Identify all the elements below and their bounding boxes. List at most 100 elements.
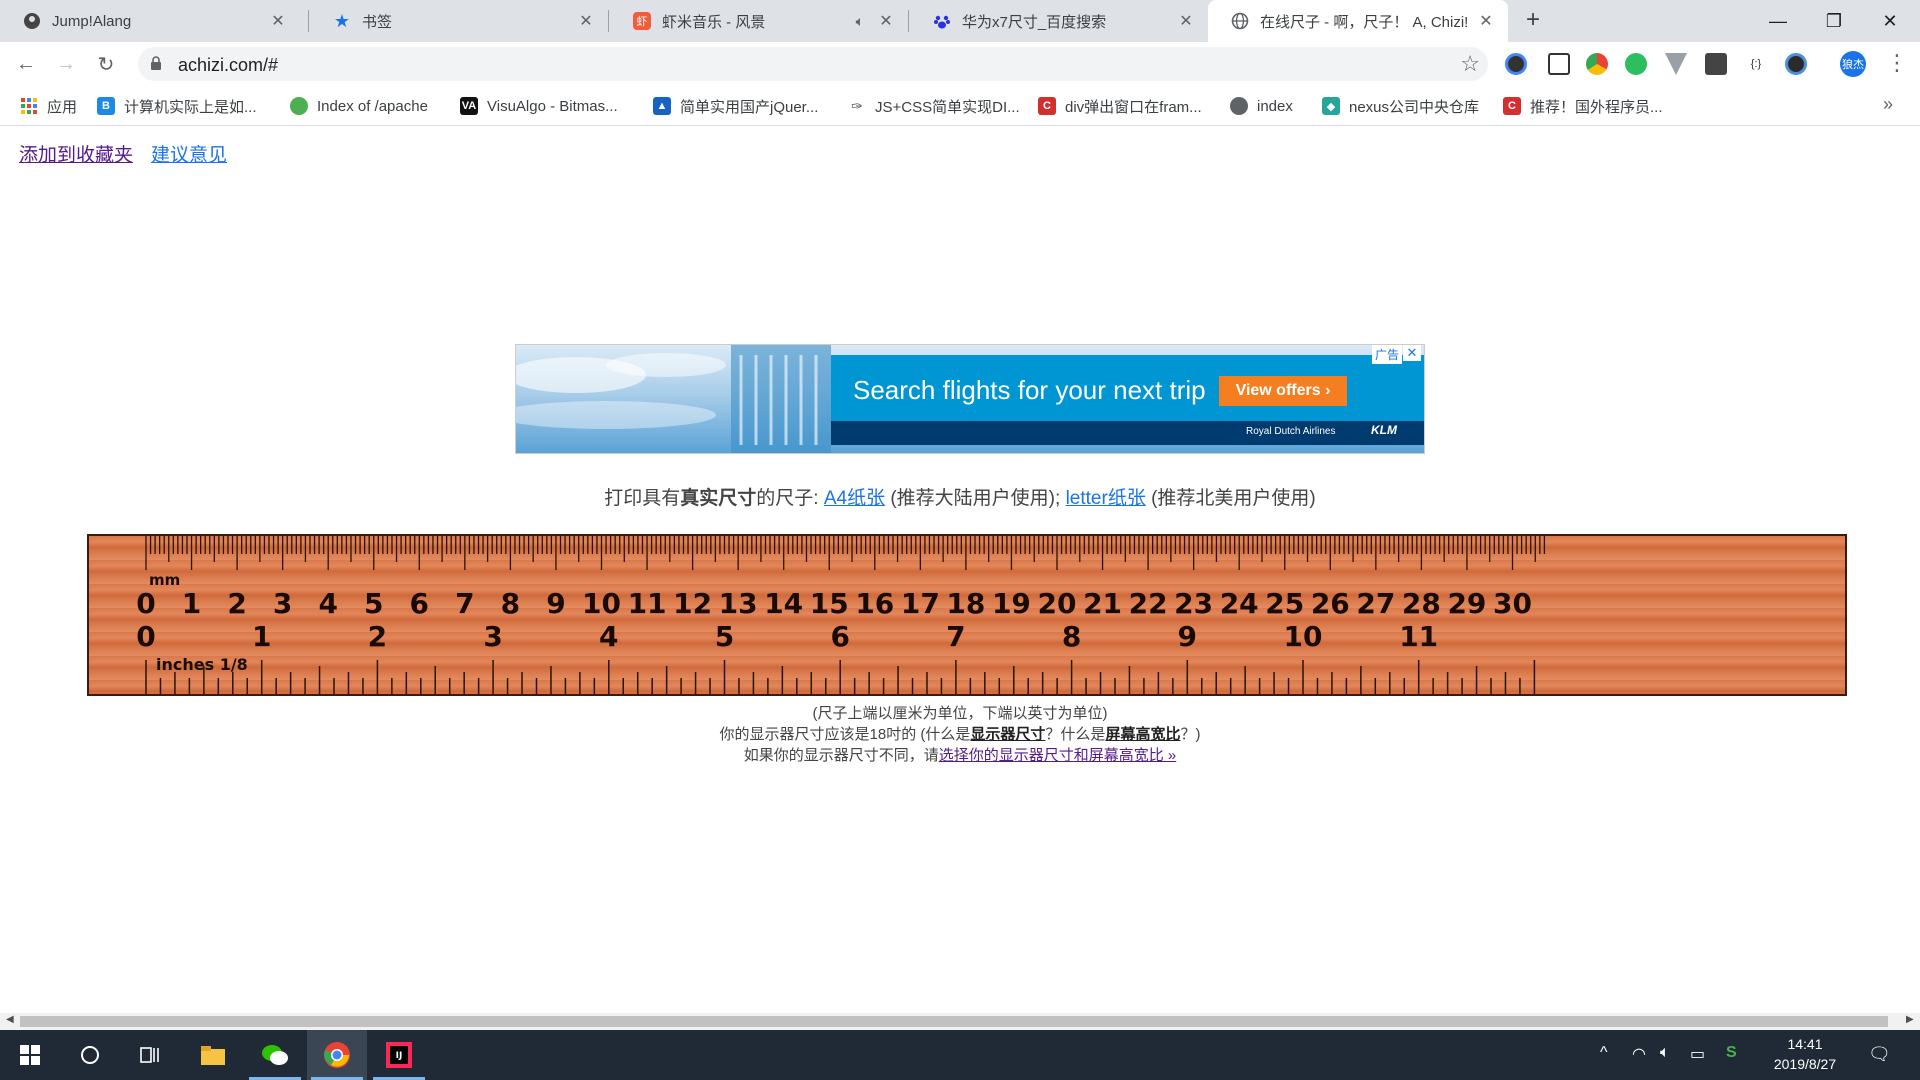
horizontal-scrollbar[interactable]: ◀ ▶ xyxy=(0,1013,1920,1030)
extension-icon-5[interactable] xyxy=(1705,53,1727,75)
ruler-note: (尺子上端以厘米为单位，下端以英寸为单位) 你的显示器尺寸应该是18吋的 (什么… xyxy=(0,703,1920,766)
bookmark-item[interactable]: ◆ nexus公司中央仓库 xyxy=(1322,95,1479,117)
reload-button[interactable]: ↻ xyxy=(92,50,120,78)
scroll-right-icon[interactable]: ▶ xyxy=(1906,1014,1914,1025)
tab-strip: Jump!Alang ✕ ★ 书签 ✕ 虾 虾米音乐 - 风景 🔈︎ ✕ 华为x… xyxy=(0,0,1920,42)
search-icon[interactable] xyxy=(60,1030,120,1080)
new-tab-button[interactable]: + xyxy=(1520,8,1546,34)
cm-number: 8 xyxy=(501,587,520,620)
task-view-icon[interactable] xyxy=(120,1030,180,1080)
print-text: 打印具有 xyxy=(604,488,681,509)
url-text[interactable]: achizi.com/# xyxy=(178,55,278,76)
lock-icon xyxy=(151,56,161,70)
close-icon[interactable]: ✕ xyxy=(1476,11,1496,31)
cm-number: 14 xyxy=(764,587,803,620)
wechat-icon[interactable] xyxy=(245,1030,305,1080)
ad-cta-button[interactable]: View offers › xyxy=(1219,376,1347,406)
bookmark-item[interactable]: C div弹出窗口在fram... xyxy=(1038,95,1202,117)
json-icon[interactable]: {:} xyxy=(1745,53,1767,75)
bookmark-apps[interactable]: 应用 xyxy=(20,95,77,117)
svg-text:IJ: IJ xyxy=(396,1051,403,1061)
scrollbar-thumb[interactable] xyxy=(20,1016,1888,1027)
bookmark-item[interactable]: B 计算机实际上是如... xyxy=(97,95,257,117)
cm-number: 20 xyxy=(1038,587,1077,620)
extension-icon-2[interactable] xyxy=(1548,53,1570,75)
tab-baidu[interactable]: 华为x7尺寸_百度搜索 ✕ xyxy=(910,0,1208,42)
print-bold: 真实尺寸 xyxy=(680,488,757,509)
forward-button[interactable]: → xyxy=(52,50,80,78)
bookmark-item[interactable]: C 推荐！国外程序员... xyxy=(1503,95,1663,117)
windows-start-icon[interactable] xyxy=(0,1030,60,1080)
bookmark-item[interactable]: ✑ JS+CSS简单实现DI... xyxy=(848,95,1020,117)
intellij-icon[interactable]: IJ xyxy=(369,1030,429,1080)
volume-icon[interactable]: 🔈︎ xyxy=(1660,1044,1670,1062)
inch-number: 2 xyxy=(368,620,387,653)
address-bar[interactable]: achizi.com/# ☆ xyxy=(138,47,1488,81)
file-explorer-icon[interactable] xyxy=(183,1030,243,1080)
cm-number: 26 xyxy=(1311,587,1350,620)
ad-banner[interactable]: Search flights for your next trip View o… xyxy=(515,344,1425,454)
close-icon[interactable]: ✕ xyxy=(1176,11,1196,31)
profile-avatar[interactable]: 狼杰 xyxy=(1840,51,1866,77)
close-icon[interactable]: ✕ xyxy=(576,11,596,31)
speaker-icon[interactable]: 🔈︎ xyxy=(856,13,864,30)
close-window-button[interactable]: ✕ xyxy=(1862,0,1918,42)
cm-number: 30 xyxy=(1493,587,1532,620)
ad-cta-label: View offers xyxy=(1235,382,1321,399)
scroll-left-icon[interactable]: ◀ xyxy=(6,1014,14,1025)
back-button[interactable]: ← xyxy=(12,50,40,78)
monitor-size-link[interactable]: 显示器尺寸 xyxy=(970,726,1045,743)
print-text: 的尺子: xyxy=(756,488,824,509)
a4-paper-link[interactable]: A4纸张 xyxy=(824,488,885,509)
tab-bookmarks[interactable]: ★ 书签 ✕ xyxy=(310,0,608,42)
tab-title: 华为x7尺寸_百度搜索 xyxy=(962,13,1107,31)
letter-paper-link[interactable]: letter纸张 xyxy=(1066,488,1146,509)
inch-number: 7 xyxy=(946,620,965,653)
clock[interactable]: 14:41 2019/8/27 xyxy=(1765,1034,1845,1074)
restore-button[interactable]: ❐ xyxy=(1806,0,1862,42)
globe-icon xyxy=(290,97,308,115)
aspect-ratio-link[interactable]: 屏幕高宽比 xyxy=(1105,726,1180,743)
cm-number: 0 xyxy=(136,587,155,620)
wifi-icon[interactable]: ◠ xyxy=(1632,1044,1646,1064)
ad-footer-bar xyxy=(831,421,1424,445)
ad-label[interactable]: 广告 xyxy=(1371,345,1402,364)
add-favorite-link[interactable]: 添加到收藏夹 xyxy=(19,140,133,167)
tab-jumpalang[interactable]: Jump!Alang ✕ xyxy=(0,0,300,42)
battery-icon[interactable]: ▭ xyxy=(1690,1044,1705,1064)
extension-icon-3[interactable] xyxy=(1586,53,1608,75)
extension-icon-1[interactable] xyxy=(1505,53,1527,75)
note-text: ？什么是 xyxy=(1045,726,1106,743)
sogou-icon[interactable]: S xyxy=(1726,1044,1737,1062)
evernote-icon[interactable] xyxy=(1625,53,1647,75)
notification-icon[interactable]: 🗨︎ xyxy=(1868,1044,1891,1065)
choose-monitor-link[interactable]: 选择你的显示器尺寸和屏幕高宽比 » xyxy=(939,747,1177,764)
note-text: ？) xyxy=(1180,726,1201,743)
inch-number: 10 xyxy=(1284,620,1323,653)
feedback-link[interactable]: 建议意见 xyxy=(151,140,227,167)
chevron-right-icon[interactable]: » xyxy=(1883,94,1893,115)
extension-icon-6[interactable] xyxy=(1785,53,1807,75)
ad-close-icon[interactable]: ✕ xyxy=(1403,345,1421,361)
bookmark-item[interactable]: ▲ 简单实用国产jQuer... xyxy=(653,95,818,117)
inch-number: 4 xyxy=(599,620,618,653)
cm-number: 11 xyxy=(628,587,667,620)
chrome-taskbar-icon[interactable] xyxy=(307,1030,367,1080)
menu-icon[interactable]: ⋮ xyxy=(1886,50,1908,76)
tab-achizi[interactable]: 在线尺子 - 啊，尺子！ A, Chizi! ✕ xyxy=(1208,0,1508,42)
cm-number: 2 xyxy=(227,587,246,620)
bookmark-item[interactable]: index xyxy=(1230,95,1293,117)
bookmark-item[interactable]: Index of /apache xyxy=(290,95,428,117)
cm-number: 24 xyxy=(1220,587,1259,620)
chevron-up-icon[interactable]: ^ xyxy=(1600,1044,1608,1062)
cm-number: 15 xyxy=(810,587,849,620)
cm-number: 5 xyxy=(364,587,383,620)
note-text: 如果你的显示器尺寸不同，请 xyxy=(743,747,939,764)
extension-icon-4[interactable] xyxy=(1665,53,1687,75)
close-icon[interactable]: ✕ xyxy=(268,11,288,31)
minimize-button[interactable]: — xyxy=(1750,0,1806,42)
bookmark-item[interactable]: VA VisuAlgo - Bitmas... xyxy=(460,95,618,117)
tab-xiami[interactable]: 虾 虾米音乐 - 风景 🔈︎ ✕ xyxy=(610,0,908,42)
bookmark-star-icon[interactable]: ☆ xyxy=(1460,51,1480,77)
close-icon[interactable]: ✕ xyxy=(876,11,896,31)
